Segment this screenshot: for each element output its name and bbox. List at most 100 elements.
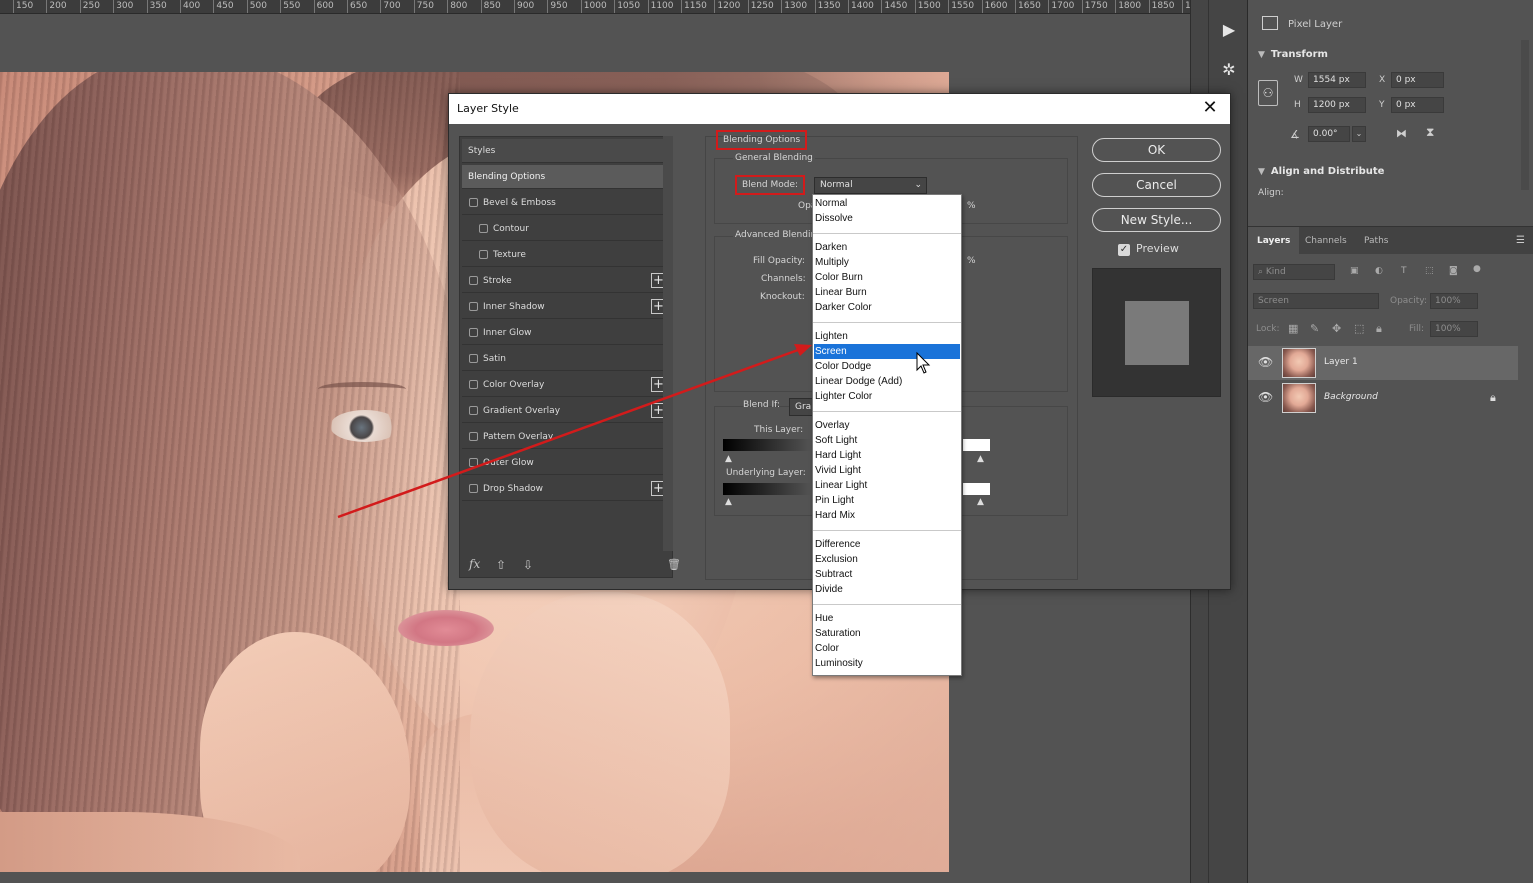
filter-type-icon[interactable]: T [1401, 266, 1407, 276]
blend-option-saturation[interactable]: Saturation [814, 626, 960, 641]
style-item-contour[interactable]: Contour [462, 217, 670, 241]
blend-option-difference[interactable]: Difference [814, 537, 960, 552]
style-checkbox[interactable] [469, 432, 478, 441]
align-distribute-header[interactable]: ▼ Align and Distribute [1258, 166, 1384, 177]
blend-option-exclusion[interactable]: Exclusion [814, 552, 960, 567]
x-field[interactable]: 0 px [1391, 72, 1444, 88]
dialog-title-bar[interactable]: Layer Style [449, 94, 1230, 124]
filter-toggle-icon[interactable]: ● [1473, 264, 1481, 274]
this-layer-gradient[interactable] [723, 439, 813, 451]
cancel-button[interactable]: Cancel [1092, 173, 1221, 197]
style-item-drop-shadow[interactable]: Drop Shadow + [462, 477, 670, 501]
fill-field[interactable]: 100% [1430, 321, 1478, 337]
trash-icon[interactable]: 🗑︎ [667, 558, 681, 571]
lock-all-icon[interactable]: 🔒︎ [1376, 322, 1382, 336]
style-item-outer-glow[interactable]: Outer Glow [462, 451, 670, 475]
filter-shape-icon[interactable]: ⬚ [1425, 266, 1434, 276]
style-checkbox[interactable] [469, 328, 478, 337]
style-item-bevel-emboss[interactable]: Bevel & Emboss [462, 191, 670, 215]
panel-menu-icon[interactable]: ☰ [1516, 235, 1525, 246]
blend-option-normal[interactable]: Normal [814, 196, 960, 211]
blend-option-screen[interactable]: Screen [814, 344, 960, 359]
blend-option-lighter-color[interactable]: Lighter Color [814, 389, 960, 404]
style-item-blending-options[interactable]: Blending Options [462, 165, 670, 189]
blend-option-divide[interactable]: Divide [814, 582, 960, 597]
style-checkbox[interactable] [469, 198, 478, 207]
blend-if-select[interactable]: Gra [789, 398, 813, 416]
blend-option-color[interactable]: Color [814, 641, 960, 656]
style-item-color-overlay[interactable]: Color Overlay + [462, 373, 670, 397]
blend-option-dissolve[interactable]: Dissolve [814, 211, 960, 226]
tab-layers[interactable]: Layers [1248, 227, 1300, 255]
transform-header[interactable]: ▼ Transform [1258, 49, 1328, 60]
underlying-layer-gradient-end[interactable] [963, 483, 990, 495]
styles-list-scrollbar[interactable] [663, 136, 673, 551]
visibility-eye-icon[interactable]: 👁︎ [1258, 355, 1273, 369]
width-field[interactable]: 1554 px [1308, 72, 1366, 88]
angle-dropdown-icon[interactable]: ⌄ [1352, 126, 1366, 142]
angle-field[interactable]: 0.00° [1308, 126, 1350, 142]
slider-handle-icon[interactable]: ▲ [977, 454, 984, 464]
style-checkbox[interactable] [469, 354, 478, 363]
settings-wheel-icon[interactable]: ✲ [1219, 60, 1239, 80]
blend-mode-select[interactable]: Normal ⌄ [814, 177, 927, 194]
lock-artboard-icon[interactable]: ⬚ [1354, 322, 1364, 335]
slider-handle-icon[interactable]: ▲ [977, 497, 984, 507]
style-item-gradient-overlay[interactable]: Gradient Overlay + [462, 399, 670, 423]
slider-handle-icon[interactable]: ▲ [725, 497, 732, 507]
style-checkbox[interactable] [479, 224, 488, 233]
underlying-layer-gradient[interactable] [723, 483, 813, 495]
flip-vertical-icon[interactable]: ⧗ [1426, 125, 1434, 140]
lock-transparent-icon[interactable]: ▦ [1288, 322, 1298, 335]
blend-option-hard-mix[interactable]: Hard Mix [814, 508, 960, 523]
layer-row[interactable]: 👁︎ Layer 1 [1248, 346, 1518, 380]
ok-button[interactable]: OK [1092, 138, 1221, 162]
blend-option-linear-burn[interactable]: Linear Burn [814, 285, 960, 300]
blend-option-linear-dodge-add[interactable]: Linear Dodge (Add) [814, 374, 960, 389]
style-checkbox[interactable] [469, 276, 478, 285]
blend-option-lighten[interactable]: Lighten [814, 329, 960, 344]
fx-icon[interactable]: fx [469, 557, 480, 571]
style-item-stroke[interactable]: Stroke + [462, 269, 670, 293]
style-checkbox[interactable] [469, 380, 478, 389]
lock-icon[interactable]: 🔒︎ [1490, 391, 1496, 405]
layer-row[interactable]: 👁︎ Background 🔒︎ [1248, 381, 1518, 415]
flip-horizontal-icon[interactable]: ⧓ [1396, 127, 1407, 140]
link-dimensions-icon[interactable]: ⚇ [1258, 80, 1278, 106]
blend-option-multiply[interactable]: Multiply [814, 255, 960, 270]
style-item-inner-glow[interactable]: Inner Glow [462, 321, 670, 345]
blend-option-hue[interactable]: Hue [814, 611, 960, 626]
style-checkbox[interactable] [469, 458, 478, 467]
tab-channels[interactable]: Channels [1296, 227, 1356, 255]
style-checkbox[interactable] [479, 250, 488, 259]
blend-option-vivid-light[interactable]: Vivid Light [814, 463, 960, 478]
blend-option-color-dodge[interactable]: Color Dodge [814, 359, 960, 374]
move-down-icon[interactable]: ⇩ [523, 558, 533, 572]
blend-option-color-burn[interactable]: Color Burn [814, 270, 960, 285]
blend-option-darker-color[interactable]: Darker Color [814, 300, 960, 315]
blend-option-subtract[interactable]: Subtract [814, 567, 960, 582]
blend-option-darken[interactable]: Darken [814, 240, 960, 255]
style-checkbox[interactable] [469, 406, 478, 415]
style-item-pattern-overlay[interactable]: Pattern Overlay [462, 425, 670, 449]
visibility-eye-icon[interactable]: 👁︎ [1258, 390, 1273, 404]
blend-option-hard-light[interactable]: Hard Light [814, 448, 960, 463]
style-checkbox[interactable] [469, 302, 478, 311]
style-item-texture[interactable]: Texture [462, 243, 670, 267]
blend-option-pin-light[interactable]: Pin Light [814, 493, 960, 508]
filter-adjustment-icon[interactable]: ◐ [1375, 266, 1383, 276]
move-up-icon[interactable]: ⇧ [496, 558, 506, 572]
y-field[interactable]: 0 px [1391, 97, 1444, 113]
tab-paths[interactable]: Paths [1355, 227, 1397, 255]
lock-image-icon[interactable]: ✎ [1310, 322, 1319, 335]
blend-option-overlay[interactable]: Overlay [814, 418, 960, 433]
play-icon[interactable]: ▶ [1219, 20, 1239, 40]
blend-option-linear-light[interactable]: Linear Light [814, 478, 960, 493]
blend-mode-select[interactable]: Screen [1253, 293, 1379, 309]
lock-position-icon[interactable]: ✥ [1332, 322, 1341, 335]
filter-smart-object-icon[interactable]: ◙ [1449, 266, 1458, 276]
style-item-satin[interactable]: Satin [462, 347, 670, 371]
blend-option-soft-light[interactable]: Soft Light [814, 433, 960, 448]
slider-handle-icon[interactable]: ▲ [725, 454, 732, 464]
preview-checkbox[interactable]: ✓ [1118, 244, 1130, 256]
